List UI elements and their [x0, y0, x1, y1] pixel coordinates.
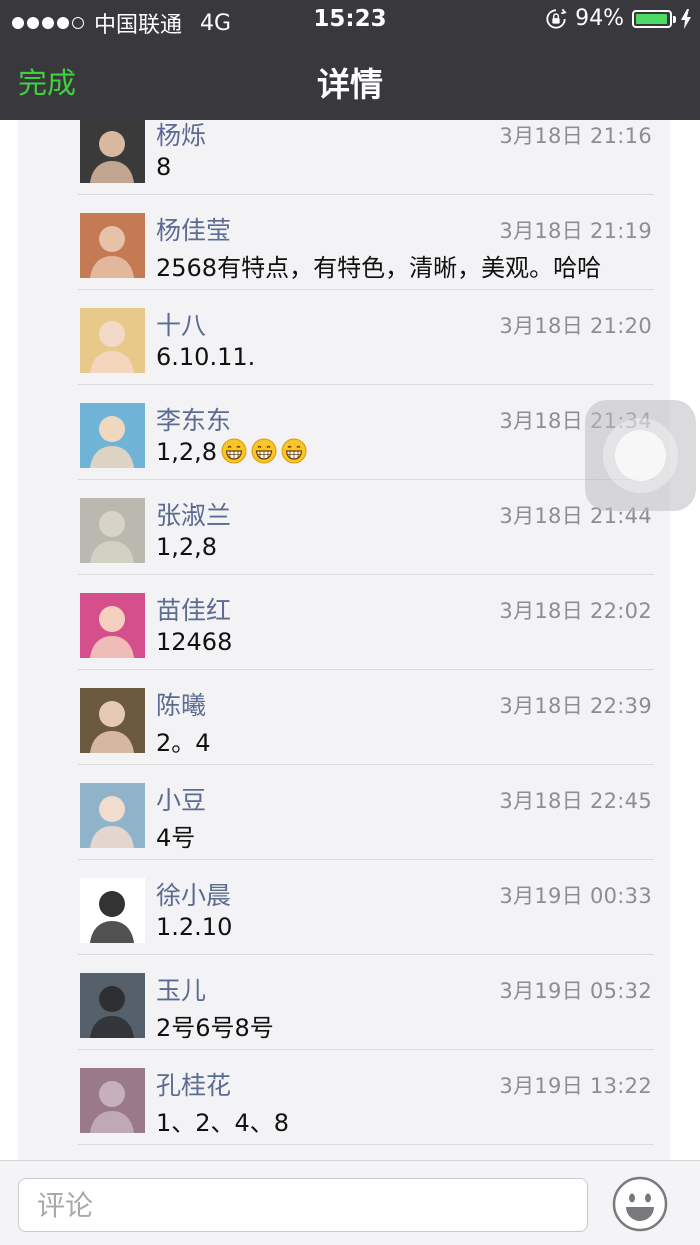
comment-item[interactable]: 徐小晨 3月19日 00:33 1.2.10 — [78, 860, 654, 955]
comment-text-value: 8 — [156, 153, 172, 181]
comment-item[interactable]: 张淑兰 3月18日 21:44 1,2,8 — [78, 480, 654, 575]
commenter-name[interactable]: 孔桂花 — [156, 1066, 231, 1102]
battery-percent: 94% — [575, 6, 624, 31]
grinning-emoji-icon — [251, 438, 277, 464]
comment-list-area[interactable]: 杨烁 3月18日 21:16 8 杨佳莹 3月18日 21:19 2568有特点，有特色，… — [0, 120, 700, 1160]
comment-time: 3月18日 22:45 — [499, 789, 652, 813]
comment-time: 3月19日 05:32 — [499, 979, 652, 1003]
comment-time: 3月18日 21:20 — [499, 314, 652, 338]
commenter-name[interactable]: 张淑兰 — [156, 496, 231, 532]
comment-item[interactable]: 小豆 3月18日 22:45 4号 — [78, 765, 654, 860]
avatar[interactable] — [80, 783, 145, 848]
commenter-name[interactable]: 杨佳莹 — [156, 211, 231, 247]
comment-text-value: 1,2,8 — [156, 438, 218, 466]
comment-time: 3月18日 22:02 — [499, 599, 652, 623]
avatar[interactable] — [80, 403, 145, 468]
avatar[interactable] — [80, 878, 145, 943]
comment-item[interactable]: 十八 3月18日 21:20 6.10.11. — [78, 290, 654, 385]
avatar[interactable] — [80, 1068, 145, 1133]
comment-text: 12468 — [156, 628, 232, 656]
comment-text: 1,2,8 — [156, 438, 307, 466]
comment-item[interactable]: 杨烁 3月18日 21:16 8 — [78, 120, 654, 195]
comment-text-value: 1、2、4、8 — [156, 1109, 290, 1137]
divider — [78, 1144, 654, 1145]
comment-item[interactable]: 孔桂花 3月19日 13:22 1、2、4、8 — [78, 1050, 654, 1145]
comment-text: 4号 — [156, 818, 195, 853]
status-right: 94% — [545, 6, 692, 31]
avatar[interactable] — [80, 213, 145, 278]
comment-time: 3月18日 21:19 — [499, 219, 652, 243]
moments-detail-screen: 中国联通 4G 15:23 94% 完成 详情 杨烁 3月18日 21:16 8… — [0, 0, 700, 1245]
grinning-emoji-icon — [221, 438, 247, 464]
charging-bolt-icon — [681, 8, 691, 29]
commenter-name[interactable]: 小豆 — [156, 781, 206, 817]
comment-item[interactable]: 陈曦 3月18日 22:39 2。4 — [78, 670, 654, 765]
page-title: 详情 — [317, 65, 383, 104]
comment-text: 1.2.10 — [156, 913, 232, 941]
comment-input-bar — [0, 1160, 700, 1245]
comment-text-value: 12468 — [156, 628, 233, 656]
comment-text-value: 1.2.10 — [156, 913, 233, 941]
comment-time: 3月18日 21:16 — [499, 124, 652, 148]
rotation-lock-icon — [546, 8, 567, 29]
comment-text: 2。4 — [156, 723, 211, 758]
comment-text: 1、2、4、8 — [156, 1103, 289, 1138]
commenter-name[interactable]: 陈曦 — [156, 686, 206, 722]
avatar[interactable] — [80, 498, 145, 563]
assistive-touch-button[interactable] — [585, 400, 696, 511]
comment-time: 3月19日 13:22 — [499, 1074, 652, 1098]
comment-text-value: 4号 — [156, 824, 196, 852]
commenter-name[interactable]: 徐小晨 — [156, 876, 231, 912]
comment-input[interactable] — [18, 1178, 588, 1232]
emoji-button[interactable] — [612, 1176, 668, 1232]
comment-text-value: 2。4 — [156, 729, 211, 757]
battery-icon — [632, 9, 676, 28]
avatar[interactable] — [80, 688, 145, 753]
comment-text: 2号6号8号 — [156, 1008, 274, 1043]
comment-time: 3月19日 00:33 — [499, 884, 652, 908]
top-bar: 中国联通 4G 15:23 94% 完成 详情 — [0, 0, 700, 120]
comment-item[interactable]: 玉儿 3月19日 05:32 2号6号8号 — [78, 955, 654, 1050]
avatar[interactable] — [80, 308, 145, 373]
avatar[interactable] — [80, 973, 145, 1038]
comment-text-value: 1,2,8 — [156, 533, 218, 561]
commenter-name[interactable]: 玉儿 — [156, 971, 206, 1007]
comment-item[interactable]: 苗佳红 3月18日 22:02 12468 — [78, 575, 654, 670]
avatar[interactable] — [80, 120, 145, 183]
comment-text: 1,2,8 — [156, 533, 217, 561]
comment-item[interactable]: 杨佳莹 3月18日 21:19 2568有特点，有特色，清晰，美观。哈哈 — [78, 195, 654, 290]
comment-text-value: 2号6号8号 — [156, 1014, 274, 1042]
grinning-emoji-icon — [281, 438, 307, 464]
commenter-name[interactable]: 苗佳红 — [156, 591, 231, 627]
comment-text-value: 6.10.11. — [156, 343, 256, 371]
avatar[interactable] — [80, 593, 145, 658]
commenter-name[interactable]: 十八 — [156, 306, 206, 342]
commenter-name[interactable]: 李东东 — [156, 401, 231, 437]
commenter-name[interactable]: 杨烁 — [156, 120, 206, 152]
comment-time: 3月18日 22:39 — [499, 694, 652, 718]
comment-text-value: 2568有特点，有特色，清晰，美观。哈哈 — [156, 254, 602, 282]
comment-item[interactable]: 李东东 3月18日 21:34 1,2,8 — [78, 385, 654, 480]
comment-text: 6.10.11. — [156, 343, 255, 371]
comment-text: 2568有特点，有特色，清晰，美观。哈哈 — [156, 248, 601, 283]
comment-text: 8 — [156, 153, 171, 181]
status-bar: 中国联通 4G 15:23 94% — [0, 0, 700, 40]
